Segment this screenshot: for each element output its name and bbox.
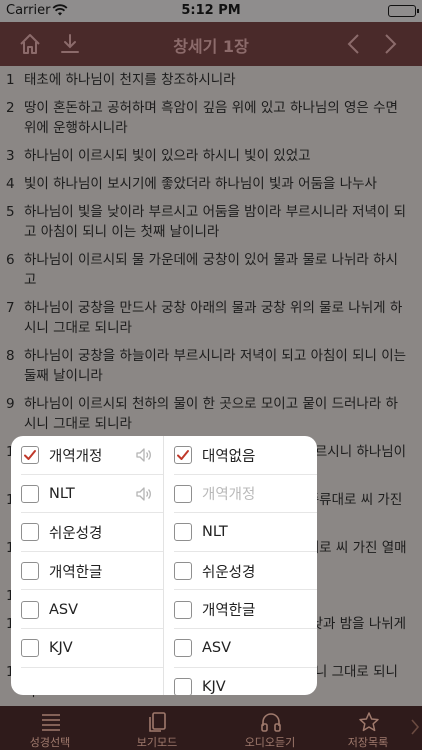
- right-option[interactable]: ASV: [164, 629, 317, 668]
- verse-text: 하나님이 궁창을 하늘이라 부르시니라 저녁이 되고 아침이 되니 이는 둘째 …: [24, 348, 407, 384]
- right-option[interactable]: 대역없음: [164, 436, 317, 475]
- verse-number: 6: [6, 252, 15, 268]
- verse-text: 하나님이 이르시되 물 가운데에 궁창이 있어 물과 물로 나뉘라 하시고: [24, 252, 398, 288]
- option-label: KJV: [202, 678, 226, 695]
- checkbox[interactable]: [21, 523, 39, 542]
- verse-row[interactable]: 1 태초에 하나님이 천지를 창조하시니라: [0, 66, 422, 94]
- chevron-right-icon[interactable]: [376, 30, 404, 58]
- parallel-translation-column: 대역없음개역개정 NLT 쉬운성경개역한글 ASV KJV: [164, 436, 317, 695]
- checkbox[interactable]: [174, 562, 192, 581]
- chevron-right-icon[interactable]: [410, 718, 420, 736]
- checkbox[interactable]: [174, 446, 192, 465]
- option-label: 개역개정: [202, 487, 256, 504]
- option-label: NLT: [49, 485, 75, 502]
- verse-text: 태초에 하나님이 천지를 창조하시니라: [24, 72, 236, 88]
- headphones-icon: [260, 711, 282, 733]
- checkbox[interactable]: [21, 600, 39, 619]
- option-label: 개역한글: [49, 564, 103, 581]
- tab-label: 보기모드: [136, 736, 178, 749]
- verse-number: 4: [6, 176, 15, 192]
- right-option[interactable]: 개역한글: [164, 590, 317, 629]
- left-option[interactable]: 개역한글: [11, 552, 163, 591]
- verse-number: 3: [6, 148, 15, 164]
- verse-number: 7: [6, 300, 15, 316]
- verse-row[interactable]: 9 하나님이 이르시되 천하의 물이 한 곳으로 모이고 뭍이 드러나라 하시니 …: [0, 390, 422, 438]
- star-icon: [358, 711, 380, 733]
- verse-row[interactable]: 8 하나님이 궁창을 하늘이라 부르시니라 저녁이 되고 아침이 되니 이는 둘째…: [0, 342, 422, 390]
- checkbox[interactable]: [21, 639, 39, 658]
- verse-text: 빛이 하나님이 보시기에 좋았더라 하나님이 빛과 어둠을 나누사: [24, 176, 377, 192]
- battery-icon: [388, 5, 419, 17]
- left-option[interactable]: ASV: [11, 590, 163, 629]
- primary-translation-column: 개역개정 NLT 쉬운성경개역한글 ASV KJV: [11, 436, 164, 695]
- verse-number: 1: [6, 72, 15, 88]
- nav-bar: 창세기 1장: [0, 22, 422, 66]
- right-option[interactable]: KJV: [164, 668, 317, 695]
- option-label: 개역한글: [202, 603, 256, 620]
- option-label: NLT: [202, 524, 228, 541]
- checkbox[interactable]: [174, 484, 192, 503]
- left-option[interactable]: 개역개정: [11, 436, 163, 475]
- left-option[interactable]: 쉬운성경: [11, 513, 163, 552]
- verse-row[interactable]: 3 하나님이 이르시되 빛이 있으라 하시니 빛이 있었고: [0, 142, 422, 170]
- option-label: ASV: [49, 601, 79, 618]
- verse-text: 땅이 혼돈하고 공허하며 흑암이 깊음 위에 있고 하나님의 영은 수면 위에 …: [24, 100, 398, 136]
- translation-popup: 개역개정 NLT 쉬운성경 개역한글 ASV KJV 대역없음 개역개정 NLT 쉬운성경 개역한…: [11, 436, 317, 695]
- checkbox[interactable]: [174, 677, 192, 695]
- checkbox[interactable]: [174, 523, 192, 542]
- tab-audio[interactable]: 오디오듣기: [220, 706, 320, 750]
- list-icon: [40, 711, 62, 733]
- chevron-left-icon[interactable]: [340, 30, 368, 58]
- tab-bible-select[interactable]: 성경선택: [0, 706, 100, 750]
- checkbox[interactable]: [174, 600, 192, 619]
- verse-row[interactable]: 6 하나님이 이르시되 물 가운데에 궁창이 있어 물과 물로 나뉘라 하시고: [0, 246, 422, 294]
- verse-number: 9: [6, 396, 15, 412]
- option-label: 쉬운성경: [49, 525, 103, 542]
- checkbox[interactable]: [21, 484, 39, 503]
- checkbox[interactable]: [21, 446, 39, 465]
- verse-row[interactable]: 4 빛이 하나님이 보시기에 좋았더라 하나님이 빛과 어둠을 나누사: [0, 170, 422, 198]
- verse-row[interactable]: 7 하나님이 궁창을 만드사 궁창 아래의 물과 궁창 위의 물로 나뉘게 하시니…: [0, 294, 422, 342]
- right-option[interactable]: 개역개정: [164, 475, 317, 514]
- tab-label: 오디오듣기: [244, 736, 296, 749]
- verse-number: 2: [6, 100, 15, 116]
- tab-saved[interactable]: 저장목록: [318, 706, 418, 750]
- verse-text: 하나님이 이르시되 천하의 물이 한 곳으로 모이고 뭍이 드러나라 하시니 그…: [24, 396, 398, 432]
- checkbox[interactable]: [174, 639, 192, 658]
- verse-number: 8: [6, 348, 15, 364]
- speaker-icon[interactable]: [135, 486, 153, 502]
- left-option[interactable]: NLT: [11, 475, 163, 514]
- clock: 5:12 PM: [181, 3, 241, 18]
- right-option[interactable]: 쉬운성경: [164, 552, 317, 591]
- pages-icon: [147, 711, 169, 733]
- option-label: 쉬운성경: [202, 564, 256, 581]
- tab-label: 성경선택: [29, 736, 71, 749]
- verse-number: 5: [6, 204, 15, 220]
- option-label: 대역없음: [202, 448, 256, 465]
- verse-text: 하나님이 빛을 낮이라 부르시고 어둠을 밤이라 부르시니라 저녁이 되고 아침…: [24, 204, 407, 240]
- verse-text: 하나님이 궁창을 만드사 궁창 아래의 물과 궁창 위의 물로 나뉘게 하시니 …: [24, 300, 403, 336]
- verse-row[interactable]: 2 땅이 혼돈하고 공허하며 흑암이 깊음 위에 있고 하나님의 영은 수면 위에…: [0, 94, 422, 142]
- right-option[interactable]: NLT: [164, 513, 317, 552]
- verse-row[interactable]: 5 하나님이 빛을 낮이라 부르시고 어둠을 밤이라 부르시니라 저녁이 되고 아…: [0, 198, 422, 246]
- option-label: 개역개정: [49, 448, 103, 465]
- tab-bar: 성경선택 보기모드 오디오듣기 저장목록: [0, 706, 422, 750]
- checkbox[interactable]: [21, 562, 39, 581]
- status-bar: Carrier 5:12 PM: [0, 0, 422, 22]
- tab-label: 저장목록: [347, 736, 389, 749]
- speaker-icon[interactable]: [135, 447, 153, 463]
- tab-view-mode[interactable]: 보기모드: [107, 706, 207, 750]
- left-option[interactable]: KJV: [11, 629, 163, 668]
- option-label: ASV: [202, 640, 232, 657]
- option-label: KJV: [49, 640, 73, 657]
- verse-text: 하나님이 이르시되 빛이 있으라 하시니 빛이 있었고: [24, 148, 311, 164]
